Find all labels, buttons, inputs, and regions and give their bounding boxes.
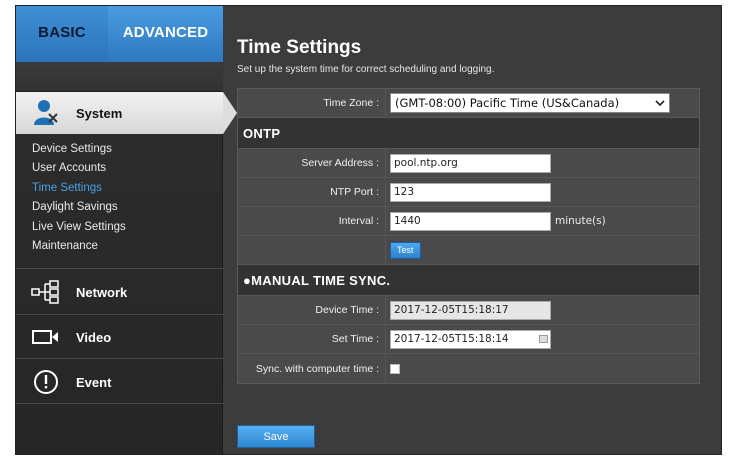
ntp-section-header: ONTP (238, 118, 699, 149)
interval-label: Interval : (238, 207, 386, 235)
sidebar-item-device-settings[interactable]: Device Settings (16, 139, 223, 159)
main-content: Time Settings Set up the system time for… (224, 6, 721, 454)
set-time-input[interactable]: 2017-12-05T15:18:14 (390, 329, 551, 349)
video-camera-icon (16, 327, 76, 347)
calendar-icon[interactable] (539, 335, 548, 343)
time-settings-form: Time Zone : (GMT-08:00) Pacific Time (US… (237, 88, 700, 384)
network-icon (16, 280, 76, 304)
sidebar-item-live-view-settings[interactable]: Live View Settings (16, 217, 223, 237)
time-zone-label: Time Zone : (238, 89, 386, 117)
test-button[interactable]: Test (390, 241, 421, 259)
time-zone-value: (GMT-08:00) Pacific Time (US&Canada) (395, 96, 620, 110)
ntp-port-row: NTP Port : 123 (238, 178, 699, 207)
save-button[interactable]: Save (237, 425, 315, 448)
system-user-icon (16, 98, 76, 128)
ntp-port-label: NTP Port : (238, 178, 386, 206)
sync-computer-label: Sync. with computer time : (238, 354, 386, 383)
manual-sync-section-header: ●MANUAL TIME SYNC. (238, 265, 699, 296)
sidebar-item-daylight-savings[interactable]: Daylight Savings (16, 198, 223, 218)
alert-icon (16, 367, 76, 397)
sidebar-item-maintenance[interactable]: Maintenance (16, 237, 223, 257)
sidebar-item-user-accounts[interactable]: User Accounts (16, 159, 223, 179)
app-frame: BASIC ADVANCED System Device Settings Us… (15, 5, 722, 455)
mode-tabs: BASIC ADVANCED (16, 6, 223, 74)
sync-computer-checkbox[interactable] (390, 363, 400, 374)
sidebar-section-video[interactable]: Video (16, 314, 223, 358)
device-time-label: Device Time : (238, 296, 386, 324)
sidebar-section-label: Network (76, 284, 128, 300)
page-title: Time Settings (237, 37, 362, 58)
interval-row: Interval : 1440 minute(s) (238, 207, 699, 236)
device-time-field: 2017-12-05T15:18:17 (390, 300, 551, 320)
interval-input[interactable]: 1440 (390, 211, 551, 231)
time-zone-row: Time Zone : (GMT-08:00) Pacific Time (US… (238, 89, 699, 118)
sidebar-section-label: Video (76, 329, 112, 345)
server-address-row: Server Address : pool.ntp.org (238, 149, 699, 178)
tab-basic[interactable]: BASIC (16, 6, 108, 62)
set-time-row: Set Time : 2017-12-05T15:18:14 (238, 325, 699, 354)
sidebar-section-label: System (76, 105, 123, 121)
test-row: Test (238, 236, 699, 265)
time-zone-select[interactable]: (GMT-08:00) Pacific Time (US&Canada) (390, 93, 670, 113)
server-address-label: Server Address : (238, 149, 386, 177)
sidebar-section-event[interactable]: Event (16, 358, 223, 404)
ntp-port-input[interactable]: 123 (390, 182, 551, 202)
sidebar-item-time-settings[interactable]: Time Settings (16, 178, 223, 198)
chevron-down-icon (655, 96, 665, 110)
device-time-row: Device Time : 2017-12-05T15:18:17 (238, 296, 699, 325)
server-address-input[interactable]: pool.ntp.org (390, 153, 551, 173)
interval-unit: minute(s) (555, 215, 606, 227)
tab-advanced[interactable]: ADVANCED (108, 6, 223, 74)
set-time-value: 2017-12-05T15:18:14 (394, 333, 509, 345)
sidebar-section-system[interactable]: System (16, 92, 237, 134)
set-time-label: Set Time : (238, 325, 386, 353)
sync-computer-row: Sync. with computer time : (238, 354, 699, 383)
sidebar-band (16, 62, 223, 92)
system-submenu: Device Settings User Accounts Time Setti… (16, 139, 223, 256)
sidebar-section-network[interactable]: Network (16, 268, 223, 314)
sidebar: BASIC ADVANCED System Device Settings Us… (16, 6, 237, 454)
sidebar-section-label: Event (76, 374, 112, 390)
page-subtitle: Set up the system time for correct sched… (237, 64, 495, 75)
